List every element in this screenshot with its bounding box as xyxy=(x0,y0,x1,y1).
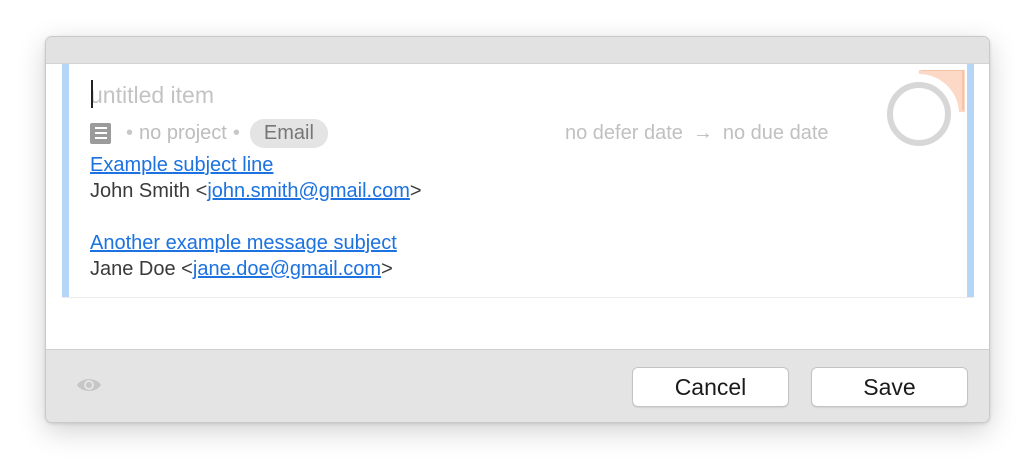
sender-name: Jane Doe xyxy=(90,258,176,280)
arrow-right-icon: → xyxy=(692,121,713,144)
eye-icon[interactable] xyxy=(75,375,103,395)
meta-row: • no project • Email xyxy=(90,118,328,148)
tag-email[interactable]: Email xyxy=(249,118,328,148)
item-title-input[interactable] xyxy=(90,78,790,112)
message-subject-link[interactable]: Example subject line xyxy=(90,154,273,176)
sender-email-link[interactable]: jane.doe@gmail.com xyxy=(193,258,381,280)
defer-date-field[interactable]: no defer date xyxy=(565,122,683,145)
content-area: • no project • Email no defer date → no … xyxy=(46,64,989,349)
sender-email-link[interactable]: john.smith@gmail.com xyxy=(207,180,410,202)
item-card: • no project • Email no defer date → no … xyxy=(62,64,974,298)
text-caret xyxy=(91,80,93,108)
note-icon[interactable] xyxy=(90,122,111,144)
quick-entry-window: • no project • Email no defer date → no … xyxy=(45,36,990,423)
separator-dot: • xyxy=(126,121,134,144)
due-date-field[interactable]: no due date xyxy=(723,122,829,145)
note-message-1: Example subject line John Smith <john.sm… xyxy=(90,154,422,202)
separator-dot: • xyxy=(232,121,240,144)
footer-bar: Cancel Save xyxy=(46,349,989,422)
dates-row: no defer date → no due date xyxy=(565,118,829,148)
save-button[interactable]: Save xyxy=(811,367,968,407)
note-message-2: Another example message subject Jane Doe… xyxy=(90,232,397,280)
project-field[interactable]: no project xyxy=(139,122,227,145)
title-bar[interactable] xyxy=(46,37,989,64)
cancel-button[interactable]: Cancel xyxy=(632,367,789,407)
message-subject-link[interactable]: Another example message subject xyxy=(90,232,397,254)
notes-area[interactable]: Example subject line John Smith <john.sm… xyxy=(90,152,790,308)
status-circle-icon[interactable] xyxy=(887,82,951,146)
sender-name: John Smith xyxy=(90,180,191,202)
